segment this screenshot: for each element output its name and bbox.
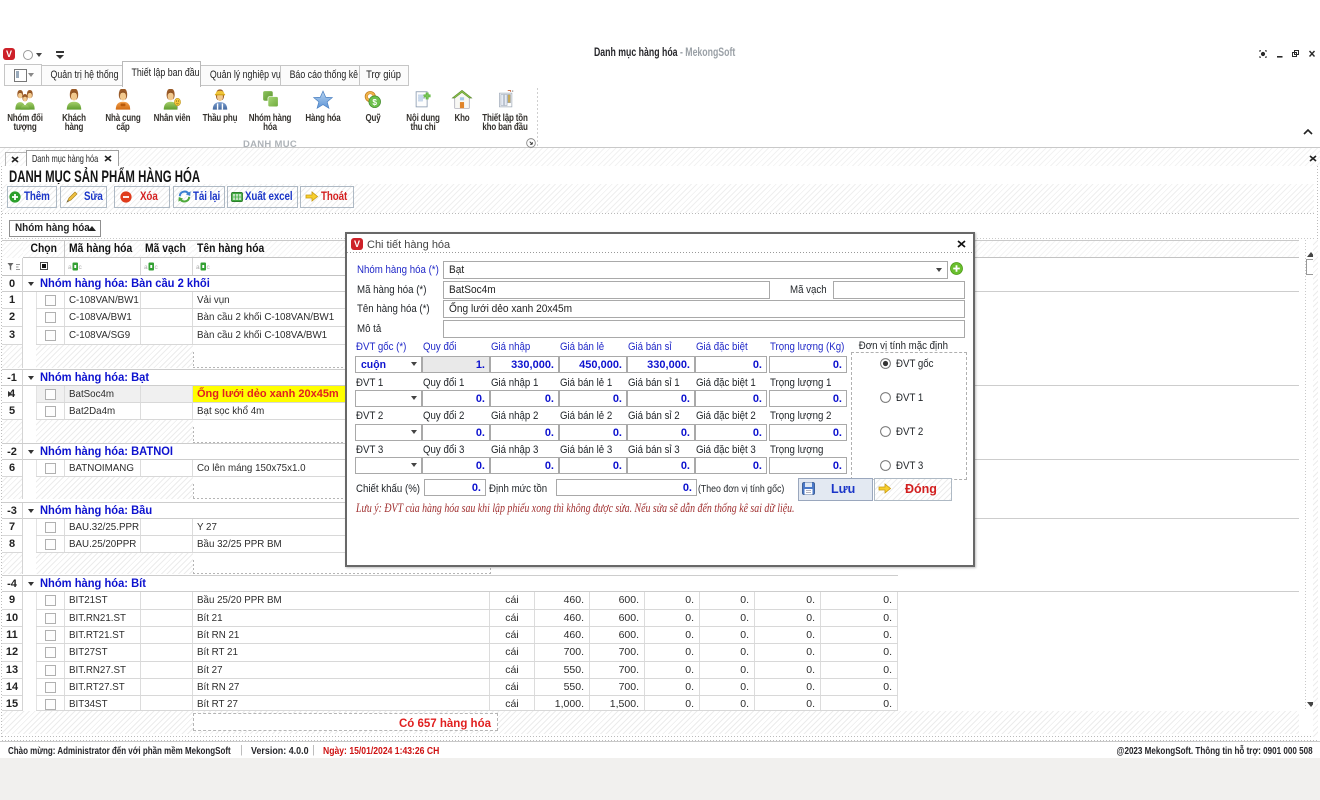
svg-text:c: c	[155, 264, 159, 271]
svg-text:c: c	[207, 264, 211, 271]
svg-text:c: c	[79, 264, 83, 271]
svg-text:a: a	[68, 264, 72, 271]
svg-text:$: $	[372, 98, 377, 107]
svg-text:a: a	[196, 264, 200, 271]
svg-text:a: a	[144, 264, 148, 271]
